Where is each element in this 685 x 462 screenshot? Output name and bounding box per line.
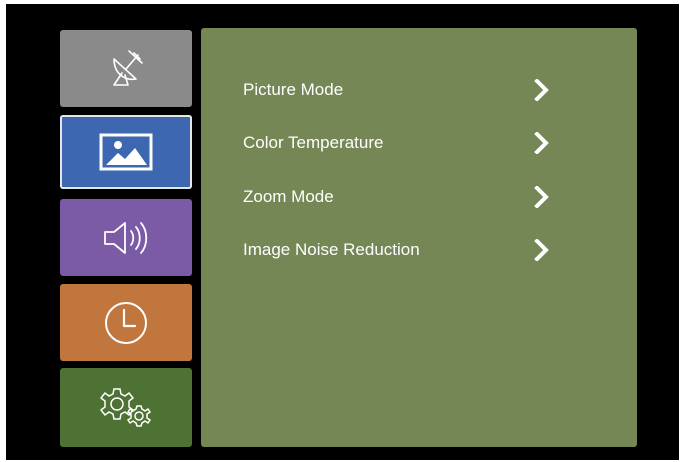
chevron-right-icon bbox=[534, 132, 549, 154]
menu-item-image-noise-reduction[interactable]: Image Noise Reduction bbox=[201, 230, 637, 270]
menu-item-picture-mode[interactable]: Picture Mode bbox=[201, 70, 637, 110]
speaker-icon bbox=[104, 221, 148, 254]
tab-timer[interactable] bbox=[60, 284, 192, 361]
menu-item-label: Color Temperature bbox=[243, 133, 384, 152]
menu-item-color-temperature[interactable]: Color Temperature bbox=[201, 123, 637, 163]
menu-item-zoom-mode[interactable]: Zoom Mode bbox=[201, 177, 637, 217]
gears-icon bbox=[99, 387, 152, 427]
satellite-dish-icon bbox=[113, 49, 143, 86]
tab-picture[interactable] bbox=[60, 115, 192, 189]
tab-setup[interactable] bbox=[60, 368, 192, 447]
chevron-right-icon bbox=[534, 79, 549, 101]
chevron-right-icon bbox=[534, 186, 549, 208]
menu-item-label: Image Noise Reduction bbox=[243, 240, 420, 259]
tab-antenna[interactable] bbox=[60, 30, 192, 107]
clock-icon bbox=[105, 301, 147, 344]
menu-item-label: Zoom Mode bbox=[243, 187, 334, 206]
tab-sound[interactable] bbox=[60, 199, 192, 276]
menu-item-label: Picture Mode bbox=[243, 80, 344, 99]
picture-icon bbox=[99, 133, 153, 171]
tv-osd-screen: Picture Mode Color Temperature Zoom Mode… bbox=[6, 4, 679, 460]
chevron-right-icon bbox=[534, 239, 549, 261]
picture-menu-panel: Picture Mode Color Temperature Zoom Mode… bbox=[201, 28, 637, 447]
